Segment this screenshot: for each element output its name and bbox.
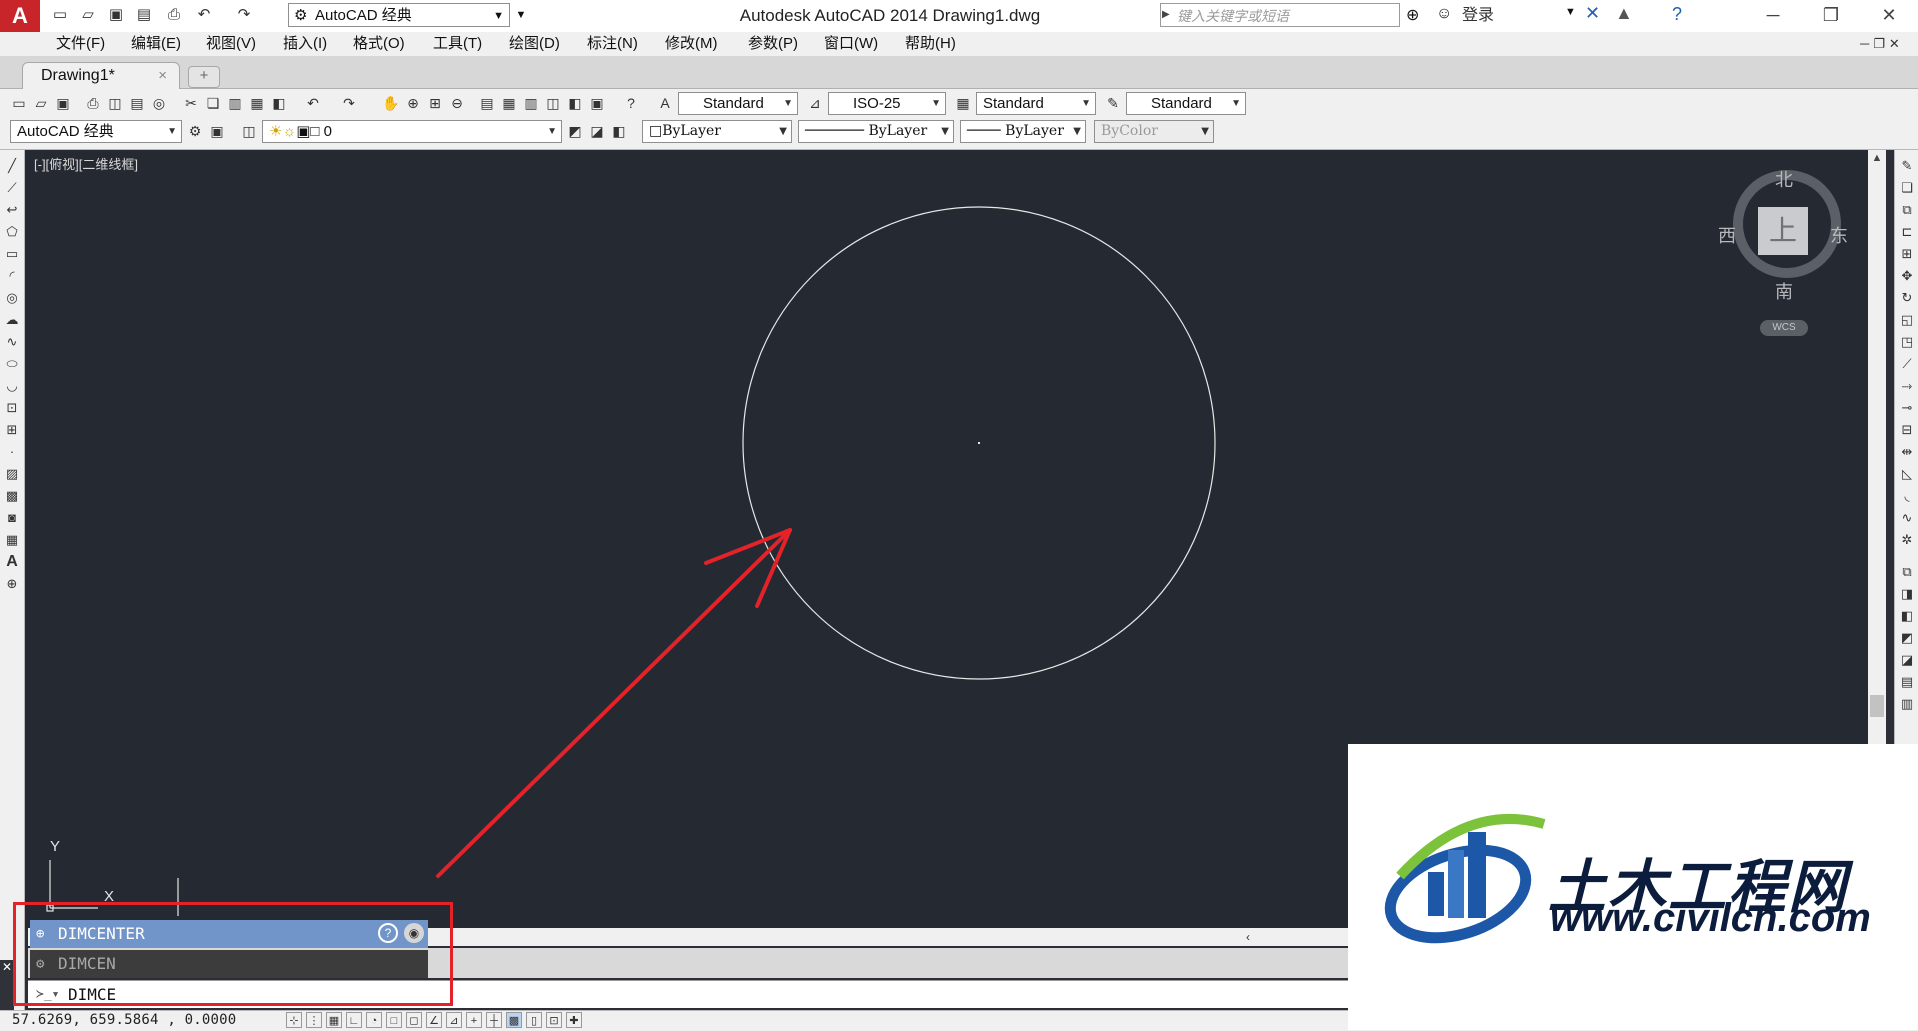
bring-above-icon[interactable]: ◩: [1897, 628, 1917, 648]
rotate-icon[interactable]: ↻: [1897, 288, 1917, 308]
move-icon[interactable]: ✥: [1897, 266, 1917, 286]
bring-to-front-icon[interactable]: ◨: [1897, 584, 1917, 604]
scroll-left-icon[interactable]: ‹: [1246, 928, 1250, 946]
offset-icon[interactable]: ⊏: [1897, 222, 1917, 242]
scale-icon[interactable]: ◱: [1897, 310, 1917, 330]
explode-icon[interactable]: ✲: [1897, 530, 1917, 550]
annotation-arrow: [436, 528, 792, 878]
extend-icon[interactable]: ⤑: [1897, 376, 1917, 396]
viewcube-south[interactable]: 南: [1775, 278, 1793, 304]
copy-object-icon[interactable]: ❏: [1897, 178, 1917, 198]
text-to-front-icon[interactable]: ▤: [1897, 672, 1917, 692]
trim-icon[interactable]: ⟋: [1897, 354, 1917, 374]
command-line-close-button[interactable]: ✕: [0, 960, 14, 1012]
hatch-to-back-icon[interactable]: ▥: [1897, 694, 1917, 714]
viewcube-north[interactable]: 北: [1775, 166, 1793, 192]
selection-cycling-icon[interactable]: ⊡: [546, 1012, 562, 1028]
object-snap-tracking-icon[interactable]: ∠: [426, 1012, 442, 1028]
polar-tracking-icon[interactable]: ◔: [366, 1012, 382, 1028]
ortho-icon[interactable]: ∟: [346, 1012, 362, 1028]
ucs-y-label: Y: [50, 838, 61, 855]
send-to-back-icon[interactable]: ◧: [1897, 606, 1917, 626]
join-icon[interactable]: ⇹: [1897, 442, 1917, 462]
viewcube-west[interactable]: 西: [1718, 222, 1736, 248]
viewcube-east[interactable]: 东: [1830, 222, 1848, 248]
break-at-point-icon[interactable]: ⊸: [1897, 398, 1917, 418]
viewcube-top-face[interactable]: 上: [1758, 207, 1808, 255]
3d-object-snap-icon[interactable]: ◻: [406, 1012, 422, 1028]
circle-center-mark: [978, 442, 980, 444]
coordinate-display[interactable]: 57.6269, 659.5864 , 0.0000: [12, 1011, 236, 1029]
draw-order-icon[interactable]: ⧉: [1897, 562, 1917, 582]
fillet-icon[interactable]: ◟: [1897, 486, 1917, 506]
dynamic-ucs-icon[interactable]: ⊿: [446, 1012, 462, 1028]
annotation-monitor-icon[interactable]: ✚: [566, 1012, 582, 1028]
scroll-up-icon[interactable]: ▲: [1868, 152, 1886, 164]
stretch-icon[interactable]: ◳: [1897, 332, 1917, 352]
blend-curves-icon[interactable]: ∿: [1897, 508, 1917, 528]
vertical-scroll-thumb[interactable]: [1870, 695, 1884, 717]
send-under-icon[interactable]: ◪: [1897, 650, 1917, 670]
object-snap-icon[interactable]: □: [386, 1012, 402, 1028]
annotation-highlight-box: [13, 902, 453, 1006]
infer-constraints-icon[interactable]: ⊹: [286, 1012, 302, 1028]
mirror-icon[interactable]: ⧉: [1897, 200, 1917, 220]
chamfer-icon[interactable]: ◺: [1897, 464, 1917, 484]
wcs-menu-button[interactable]: WCS: [1760, 320, 1808, 336]
dynamic-input-icon[interactable]: +: [466, 1012, 482, 1028]
snap-mode-icon[interactable]: ⋮: [306, 1012, 322, 1028]
erase-icon[interactable]: ✎: [1897, 156, 1917, 176]
watermark-url: www.civilcn.com: [1550, 896, 1871, 940]
lineweight-toggle-icon[interactable]: ┼: [486, 1012, 502, 1028]
break-icon[interactable]: ⊟: [1897, 420, 1917, 440]
grid-icon[interactable]: ▦: [326, 1012, 342, 1028]
array-icon[interactable]: ⊞: [1897, 244, 1917, 264]
transparency-icon[interactable]: ▩: [506, 1012, 522, 1028]
quick-properties-icon[interactable]: ▯: [526, 1012, 542, 1028]
